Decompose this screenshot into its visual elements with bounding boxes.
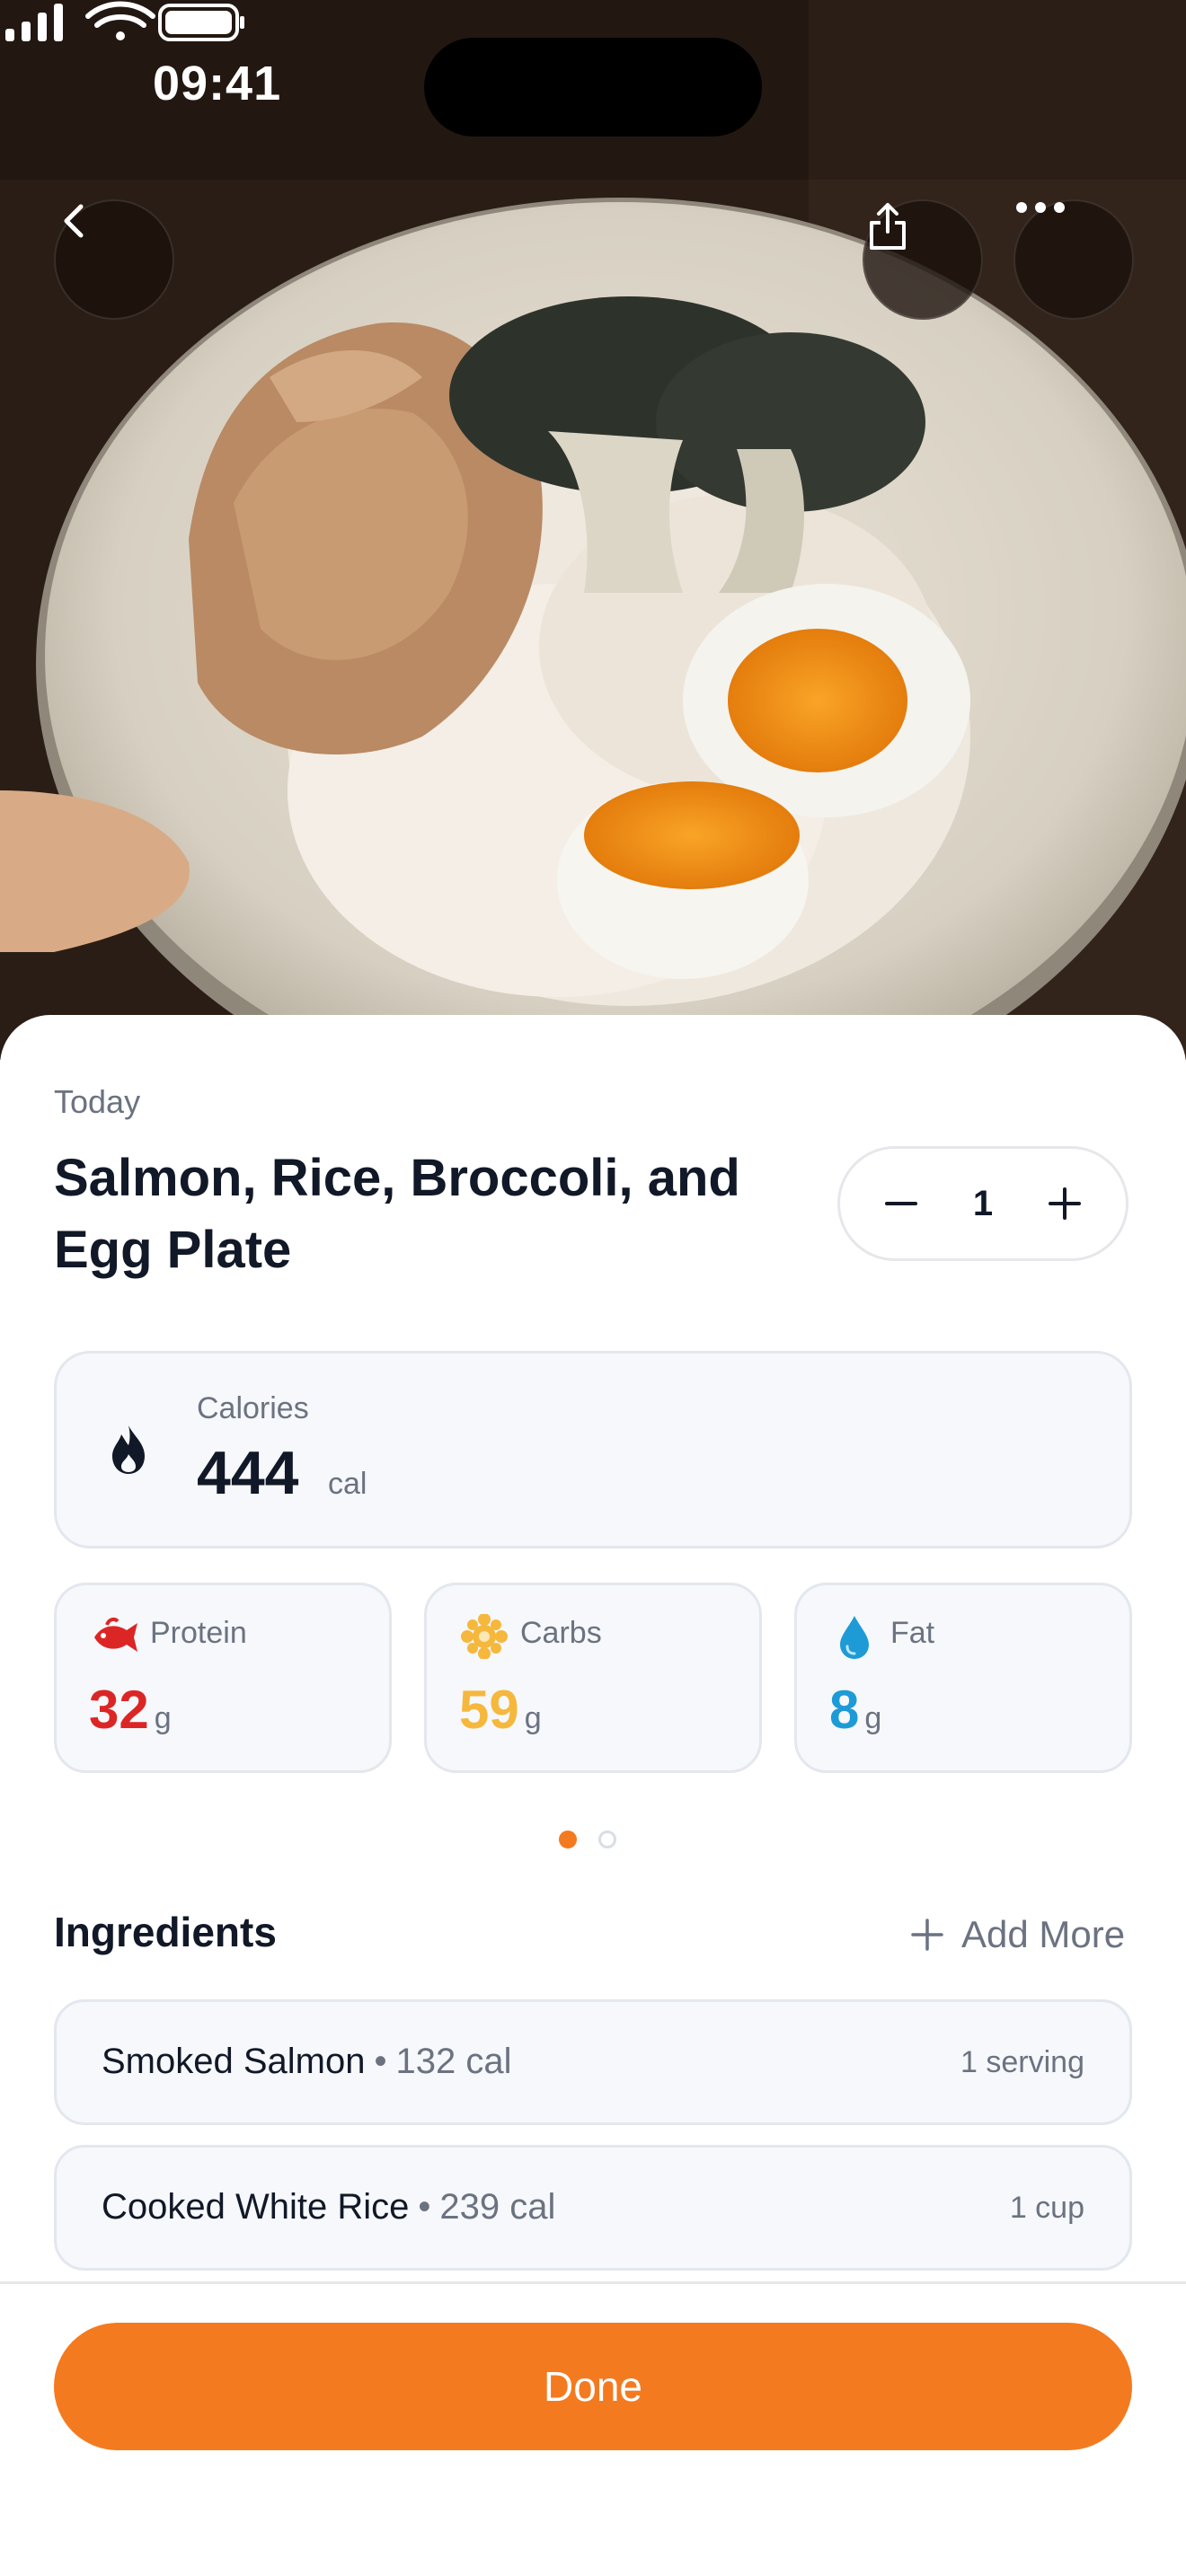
ingredient-row[interactable]: Cooked White Rice • 239 cal 1 cup bbox=[54, 2145, 1132, 2271]
macro-value-protein: 32 g bbox=[89, 1679, 172, 1741]
calories-value: 444 bbox=[197, 1439, 299, 1507]
ingredient-name: Smoked Salmon bbox=[102, 2042, 366, 2081]
quantity-stepper: 1 bbox=[837, 1146, 1128, 1261]
ingredient-amount: 1 serving bbox=[960, 2045, 1084, 2079]
dynamic-island bbox=[424, 38, 762, 137]
ellipsis-icon bbox=[1016, 202, 1065, 213]
flame-icon bbox=[112, 1425, 145, 1474]
ingredient-info: Smoked Salmon • 132 cal bbox=[102, 2042, 511, 2082]
separator-dot: • bbox=[418, 2187, 431, 2227]
ingredient-row[interactable]: Smoked Salmon • 132 cal 1 serving bbox=[54, 1999, 1132, 2125]
increment-button[interactable] bbox=[1045, 1184, 1084, 1223]
share-icon bbox=[870, 203, 906, 250]
back-button[interactable] bbox=[54, 199, 174, 320]
decrement-button[interactable] bbox=[881, 1184, 921, 1223]
chevron-left-icon bbox=[64, 204, 84, 238]
ingredient-calories: 239 cal bbox=[439, 2187, 556, 2227]
plus-icon bbox=[911, 1919, 943, 1951]
meal-photo: 09:41 bbox=[0, 0, 1186, 1060]
cellular-signal-icon bbox=[5, 4, 63, 41]
more-options-button[interactable] bbox=[1013, 199, 1134, 320]
macro-number-carbs: 59 bbox=[459, 1680, 519, 1740]
done-button[interactable]: Done bbox=[54, 2323, 1132, 2450]
quantity-value: 1 bbox=[972, 1183, 994, 1223]
meal-date-label: Today bbox=[54, 1083, 141, 1120]
share-button[interactable] bbox=[863, 199, 983, 320]
macro-label-fat: Fat bbox=[890, 1616, 935, 1650]
macro-value-fat: 8g bbox=[829, 1679, 881, 1741]
macro-number-fat: 8 bbox=[829, 1680, 860, 1740]
page-dot-1[interactable] bbox=[559, 1831, 577, 1848]
ingredient-calories: 132 cal bbox=[395, 2042, 512, 2081]
ingredient-info: Cooked White Rice • 239 cal bbox=[102, 2187, 555, 2228]
fish-icon bbox=[94, 1617, 137, 1652]
droplet-icon bbox=[840, 1616, 869, 1659]
calories-card[interactable]: Calories 444 cal bbox=[54, 1351, 1132, 1548]
macro-unit-carbs: g bbox=[524, 1701, 542, 1735]
macro-number-protein: 32 bbox=[89, 1680, 149, 1740]
macro-unit-protein: g bbox=[154, 1701, 172, 1735]
macro-label-protein: Protein bbox=[150, 1616, 247, 1650]
macro-card-fat[interactable]: Fat 8g bbox=[794, 1583, 1132, 1773]
status-bar-icons bbox=[5, 1, 244, 41]
page-dot-2[interactable] bbox=[598, 1831, 616, 1848]
calories-label: Calories bbox=[197, 1391, 309, 1425]
status-bar-time: 09:41 bbox=[153, 57, 282, 110]
battery-icon bbox=[158, 4, 244, 41]
page-indicator bbox=[559, 1831, 631, 1852]
meal-photo-illustration bbox=[0, 0, 1186, 1060]
plus-icon bbox=[1049, 1187, 1081, 1220]
sun-icon bbox=[461, 1614, 508, 1659]
macro-unit-fat: g bbox=[864, 1701, 882, 1735]
macro-card-carbs[interactable]: Carbs 59 g bbox=[424, 1583, 762, 1773]
wifi-icon bbox=[85, 1, 155, 40]
ingredients-heading: Ingredients bbox=[54, 1909, 277, 1955]
macro-value-carbs: 59 g bbox=[459, 1679, 542, 1741]
macro-card-protein[interactable]: Protein 32 g bbox=[54, 1583, 392, 1773]
add-more-label: Add More bbox=[961, 1913, 1126, 1955]
ingredient-name: Cooked White Rice bbox=[102, 2187, 410, 2227]
minus-icon bbox=[885, 1202, 917, 1205]
calories-unit: cal bbox=[328, 1467, 367, 1501]
ingredient-amount: 1 cup bbox=[1009, 2191, 1084, 2225]
add-more-button[interactable]: Add More bbox=[909, 1908, 1132, 1962]
meal-title: Salmon, Rice, Broccoli, and Egg Plate bbox=[54, 1149, 740, 1279]
macro-label-carbs: Carbs bbox=[520, 1616, 602, 1650]
separator-dot: • bbox=[374, 2042, 387, 2081]
